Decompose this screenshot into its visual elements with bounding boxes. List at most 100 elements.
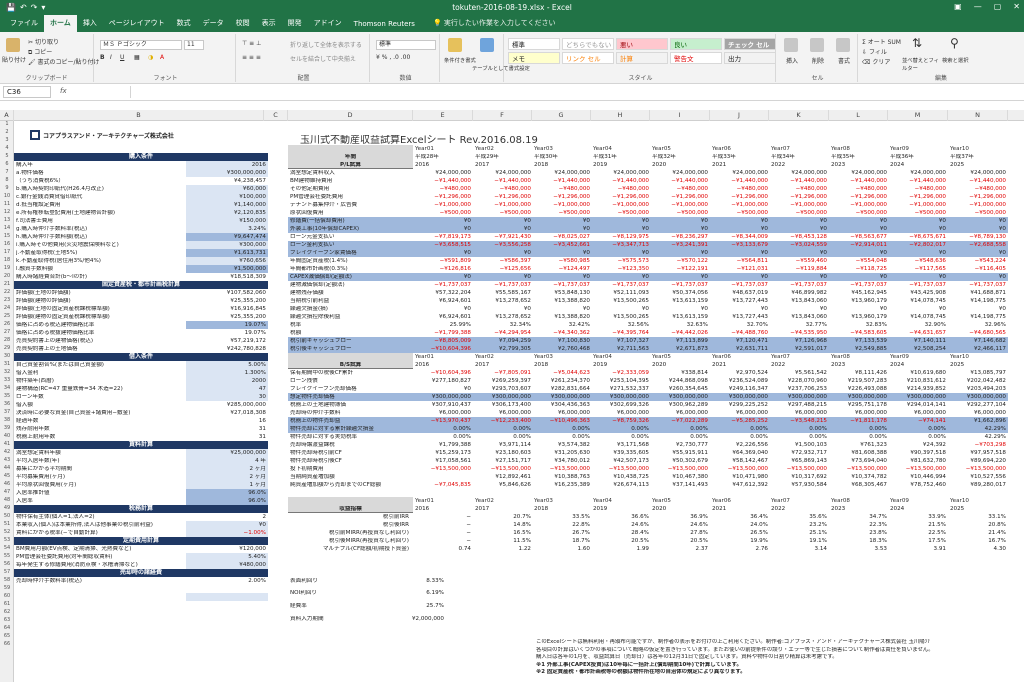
currency-icon[interactable]: ¥ % , .0 .00 <box>376 54 410 61</box>
insert-cells-icon[interactable] <box>784 38 798 52</box>
font-color-icon[interactable]: A <box>160 54 164 61</box>
row-header[interactable]: 32 <box>0 369 14 375</box>
row-header[interactable]: 8 <box>0 177 14 183</box>
row-header[interactable]: 61 <box>0 601 14 607</box>
column-header-b[interactable]: B <box>14 110 264 121</box>
style-check-cell[interactable]: チェック セル <box>724 38 776 50</box>
font-name-select[interactable]: ＭＳ Ｐゴシック <box>100 40 182 50</box>
style-bad[interactable]: 悪い <box>616 38 668 50</box>
row-header[interactable]: 26 <box>0 321 14 327</box>
row-header[interactable]: 28 <box>0 337 14 343</box>
row-header[interactable]: 1 <box>0 121 14 127</box>
conditional-format-icon[interactable] <box>448 38 462 52</box>
close-icon[interactable]: ✕ <box>1013 2 1020 11</box>
row-header[interactable]: 66 <box>0 641 14 647</box>
bold-button[interactable]: B <box>100 54 105 61</box>
autosum-button[interactable]: Σ オート SUM <box>862 37 901 46</box>
row-header[interactable]: 49 <box>0 505 14 511</box>
row-header[interactable]: 13 <box>0 217 14 223</box>
row-header[interactable]: 36 <box>0 401 14 407</box>
style-linked-cell[interactable]: リンク セル <box>562 52 614 64</box>
row-header[interactable]: 4 <box>0 145 14 151</box>
row-header[interactable]: 9 <box>0 185 14 191</box>
column-header-e[interactable]: E <box>413 110 473 121</box>
column-header-k[interactable]: K <box>769 110 829 121</box>
row-header[interactable]: 42 <box>0 449 14 455</box>
format-cells-button[interactable]: 書式 <box>838 56 850 65</box>
sort-filter-button[interactable]: 並べ替えとフィルター <box>902 56 942 72</box>
row-header[interactable]: 14 <box>0 225 14 231</box>
name-box[interactable]: C36 <box>3 86 51 98</box>
tab-formulas[interactable]: 数式 <box>171 15 197 32</box>
row-header[interactable]: 59 <box>0 585 14 591</box>
row-header[interactable]: 47 <box>0 489 14 495</box>
style-normal[interactable]: 標準 <box>508 38 560 50</box>
column-header-a[interactable]: A <box>0 110 14 121</box>
row-header[interactable]: 37 <box>0 409 14 415</box>
style-output[interactable]: 出力 <box>724 52 776 64</box>
row-header[interactable]: 60 <box>0 593 14 599</box>
column-header-m[interactable]: M <box>888 110 948 121</box>
row-header[interactable]: 23 <box>0 297 14 303</box>
delete-cells-button[interactable]: 削除 <box>812 56 824 65</box>
tab-page-layout[interactable]: ページレイアウト <box>103 15 171 32</box>
column-header-d[interactable]: D <box>288 110 413 121</box>
find-select-button[interactable]: 検索と選択 <box>942 56 982 64</box>
tell-me-search[interactable]: 💡 実行したい作業を入力してください <box>427 15 562 32</box>
insert-cells-button[interactable]: 挿入 <box>786 56 798 65</box>
row-header[interactable]: 6 <box>0 161 14 167</box>
paste-button[interactable]: 貼り付け <box>2 55 26 64</box>
tab-thomson-reuters[interactable]: Thomson Reuters <box>348 17 421 32</box>
column-header-c[interactable]: C <box>264 110 288 121</box>
cut-button[interactable]: ✂ 切り取り <box>28 37 59 46</box>
row-header[interactable]: 7 <box>0 169 14 175</box>
row-header[interactable]: 57 <box>0 569 14 575</box>
row-header[interactable]: 65 <box>0 633 14 639</box>
row-header[interactable]: 50 <box>0 513 14 519</box>
find-select-icon[interactable]: ⚲ <box>950 36 959 50</box>
row-header[interactable]: 63 <box>0 617 14 623</box>
row-header[interactable]: 40 <box>0 433 14 439</box>
row-header[interactable]: 11 <box>0 201 14 207</box>
column-header-g[interactable]: G <box>532 110 591 121</box>
column-header-l[interactable]: L <box>829 110 888 121</box>
column-header-j[interactable]: J <box>710 110 769 121</box>
column-header-h[interactable]: H <box>591 110 650 121</box>
format-cells-icon[interactable] <box>836 38 850 52</box>
italic-button[interactable]: I <box>110 54 112 61</box>
row-header[interactable]: 41 <box>0 441 14 447</box>
row-header[interactable]: 44 <box>0 465 14 471</box>
row-header[interactable]: 3 <box>0 137 14 143</box>
row-header[interactable]: 30 <box>0 353 14 359</box>
row-header[interactable]: 64 <box>0 625 14 631</box>
row-header[interactable]: 55 <box>0 553 14 559</box>
merge-center-button[interactable]: セルを結合して中央揃え <box>290 54 356 63</box>
row-header[interactable]: 48 <box>0 497 14 503</box>
underline-button[interactable]: U <box>120 54 124 61</box>
row-header[interactable]: 25 <box>0 313 14 319</box>
format-painter-button[interactable]: 🖌 書式のコピー/貼り付け <box>28 57 100 66</box>
row-header[interactable]: 35 <box>0 393 14 399</box>
minimize-icon[interactable]: — <box>974 2 982 11</box>
paste-icon[interactable] <box>6 38 20 52</box>
tab-file[interactable]: ファイル <box>4 15 44 32</box>
row-header[interactable]: 21 <box>0 281 14 287</box>
delete-cells-icon[interactable] <box>810 38 824 52</box>
font-size-select[interactable]: 11 <box>184 40 204 50</box>
column-header-n[interactable]: N <box>948 110 1008 121</box>
style-neutral[interactable]: どちらでもない <box>562 38 614 50</box>
column-header-f[interactable]: F <box>473 110 532 121</box>
border-icon[interactable]: ▦ <box>134 54 140 61</box>
tab-developer[interactable]: 開発 <box>282 15 308 32</box>
sort-filter-icon[interactable]: ⇅ <box>912 36 922 50</box>
copy-button[interactable]: ⧉ コピー <box>28 47 52 57</box>
row-header[interactable]: 17 <box>0 249 14 255</box>
row-header[interactable]: 18 <box>0 257 14 263</box>
row-header[interactable]: 31 <box>0 361 14 367</box>
row-header[interactable]: 34 <box>0 385 14 391</box>
style-memo[interactable]: メモ <box>508 52 560 64</box>
row-header[interactable]: 33 <box>0 377 14 383</box>
maximize-icon[interactable]: ▢ <box>994 2 1002 11</box>
number-format-select[interactable]: 標準 <box>376 40 436 50</box>
formula-input[interactable] <box>130 86 1021 98</box>
